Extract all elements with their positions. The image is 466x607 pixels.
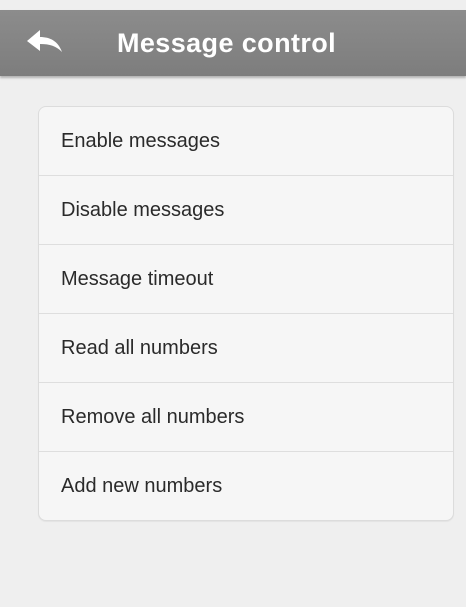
menu-item-read-all-numbers[interactable]: Read all numbers [39,313,453,382]
menu-item-message-timeout[interactable]: Message timeout [39,244,453,313]
menu-list: Enable messages Disable messages Message… [38,106,454,521]
menu-item-disable-messages[interactable]: Disable messages [39,175,453,244]
menu-item-add-new-numbers[interactable]: Add new numbers [39,451,453,520]
page-title: Message control [117,28,337,58]
back-arrow-icon [24,26,66,60]
screen: Message control Enable messages Disable … [0,0,466,607]
back-button[interactable] [24,26,66,60]
header-bar: Message control [0,10,466,76]
menu-item-remove-all-numbers[interactable]: Remove all numbers [39,382,453,451]
menu-item-enable-messages[interactable]: Enable messages [39,107,453,175]
